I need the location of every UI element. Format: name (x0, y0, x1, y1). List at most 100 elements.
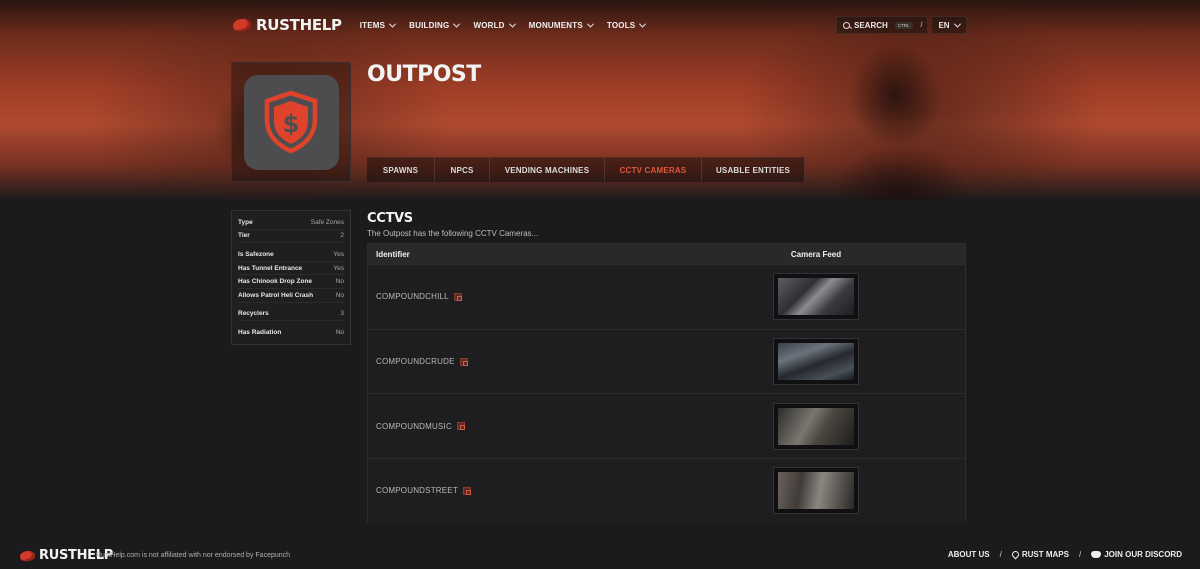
nav-tools-label: TOOLS (606, 20, 636, 30)
site-logo[interactable]: RUSTHELP (231, 16, 342, 34)
nav-building-label: BUILDING (409, 20, 450, 30)
info-label: Tier (238, 232, 250, 240)
camera-identifier: COMPOUNDCRUDE (376, 357, 455, 367)
info-value: 2 (340, 232, 344, 240)
nav-world-label: WORLD (473, 20, 505, 30)
info-value: 3 (340, 310, 344, 318)
brand-name: RUSTHELP (256, 16, 342, 34)
nav-items[interactable]: ITEMS (359, 20, 397, 30)
copy-icon[interactable] (456, 422, 465, 431)
tab-spawns[interactable]: SPAWNS (367, 157, 435, 182)
feed-cell (667, 467, 965, 515)
feed-cell (667, 273, 965, 321)
info-value: Yes (333, 264, 344, 272)
info-row-patrol-heli: Allows Patrol Heli Crash No (238, 289, 344, 303)
monument-thumbnail: $ (231, 62, 351, 182)
info-label: Is Safezone (238, 250, 274, 258)
info-value: Yes (333, 250, 344, 258)
chevron-down-icon (389, 20, 397, 28)
copy-icon[interactable] (462, 486, 471, 495)
info-label: Has Chinook Drop Zone (238, 278, 313, 286)
safezone-shield-icon: $ (264, 90, 318, 154)
footer: RUSTHELP RustHelp.com is not affiliated … (0, 540, 1200, 569)
chevron-down-icon (508, 20, 516, 28)
search-shortcut-ctrl: CTRL (894, 21, 913, 29)
nav-items-label: ITEMS (359, 20, 386, 30)
feed-cell (667, 402, 965, 450)
map-pin-icon (1010, 549, 1021, 560)
section-title: CCTVS (367, 211, 413, 226)
rust-logo-icon (19, 549, 36, 562)
info-label: Type (238, 218, 253, 226)
svg-text:$: $ (283, 110, 300, 138)
language-label: EN (938, 20, 950, 30)
camera-feed-image[interactable] (773, 402, 859, 450)
table-header: Identifier Camera Feed (368, 244, 965, 264)
info-label: Has Radiation (238, 329, 282, 337)
feed-cell (667, 338, 965, 386)
table-row: COMPOUNDSTREET (368, 458, 965, 523)
monument-icon-tile: $ (243, 74, 339, 170)
copy-icon[interactable] (459, 357, 468, 366)
chevron-down-icon (453, 20, 461, 28)
tab-npcs[interactable]: NPCS (435, 157, 490, 182)
info-row-type: Type Safe Zones (238, 216, 344, 230)
table-row: COMPOUNDMUSIC (368, 393, 965, 459)
nav-world[interactable]: WORLD (473, 20, 516, 30)
camera-feed-image[interactable] (773, 273, 859, 321)
tab-usable-entities[interactable]: USABLE ENTITIES (702, 157, 805, 182)
rust-maps-link[interactable]: RUST MAPS (1010, 549, 1069, 560)
table-row: COMPOUNDCHILL (368, 264, 965, 329)
footer-disclaimer: RustHelp.com is not affiliated with nor … (96, 552, 291, 559)
chevron-down-icon (953, 20, 961, 28)
language-select[interactable]: EN (931, 16, 967, 34)
footer-links: ABOUT US / RUST MAPS / JOIN OUR DISCORD (948, 549, 1182, 560)
chevron-down-icon (586, 20, 594, 28)
discord-link[interactable]: JOIN OUR DISCORD (1091, 550, 1182, 559)
identifier-cell: COMPOUNDCHILL (368, 292, 667, 301)
info-row-tier: Tier 2 (238, 230, 344, 244)
chevron-down-icon (639, 20, 647, 28)
rust-maps-label: RUST MAPS (1021, 550, 1069, 559)
info-label: Recyclers (238, 310, 269, 318)
identifier-cell: COMPOUNDCRUDE (368, 357, 667, 366)
table-row: COMPOUNDCRUDE (368, 328, 965, 394)
footer-separator: / (1078, 550, 1082, 559)
camera-identifier: COMPOUNDMUSIC (376, 421, 452, 431)
discord-label: JOIN OUR DISCORD (1104, 550, 1182, 559)
copy-icon[interactable] (453, 292, 462, 301)
page-title: OUTPOST (367, 62, 481, 87)
camera-identifier: COMPOUNDSTREET (376, 486, 458, 496)
search-label: SEARCH (854, 20, 888, 30)
info-label: Allows Patrol Heli Crash (238, 291, 314, 299)
info-row-tunnel-entrance: Has Tunnel Entrance Yes (238, 262, 344, 276)
search-icon (843, 21, 850, 29)
info-label: Has Tunnel Entrance (238, 264, 303, 272)
camera-feed-image[interactable] (773, 338, 859, 386)
rust-logo-icon (231, 17, 253, 33)
tab-cctv-cameras[interactable]: CCTV CAMERAS (605, 157, 702, 182)
about-us-link[interactable]: ABOUT US (948, 550, 990, 559)
top-nav: RUSTHELP ITEMS BUILDING WORLD MONUMENTS … (231, 14, 967, 36)
info-value: Safe Zones (310, 218, 344, 226)
info-row-recyclers: Recyclers 3 (238, 308, 344, 322)
footer-separator: / (999, 550, 1002, 559)
search-shortcut-slash: / (920, 21, 923, 29)
camera-feed-image[interactable] (773, 467, 859, 515)
tab-vending-machines[interactable]: VENDING MACHINES (490, 157, 605, 182)
monument-tabs: SPAWNS NPCS VENDING MACHINES CCTV CAMERA… (367, 157, 805, 182)
column-identifier: Identifier (376, 249, 410, 259)
identifier-cell: COMPOUNDMUSIC (368, 422, 667, 431)
camera-identifier: COMPOUNDCHILL (376, 292, 449, 302)
nav-monuments[interactable]: MONUMENTS (528, 20, 594, 30)
section-description: The Outpost has the following CCTV Camer… (367, 229, 539, 238)
nav-monuments-label: MONUMENTS (528, 20, 583, 30)
info-row-is-safezone: Is Safezone Yes (238, 248, 344, 262)
info-row-radiation: Has Radiation No (238, 326, 344, 340)
info-value: No (335, 329, 344, 337)
identifier-cell: COMPOUNDSTREET (368, 486, 667, 495)
nav-tools[interactable]: TOOLS (606, 20, 647, 30)
search-button[interactable]: SEARCH CTRL / (836, 16, 928, 34)
nav-building[interactable]: BUILDING (409, 20, 461, 30)
cctv-table: Identifier Camera Feed COMPOUNDCHILL COM… (367, 243, 966, 523)
